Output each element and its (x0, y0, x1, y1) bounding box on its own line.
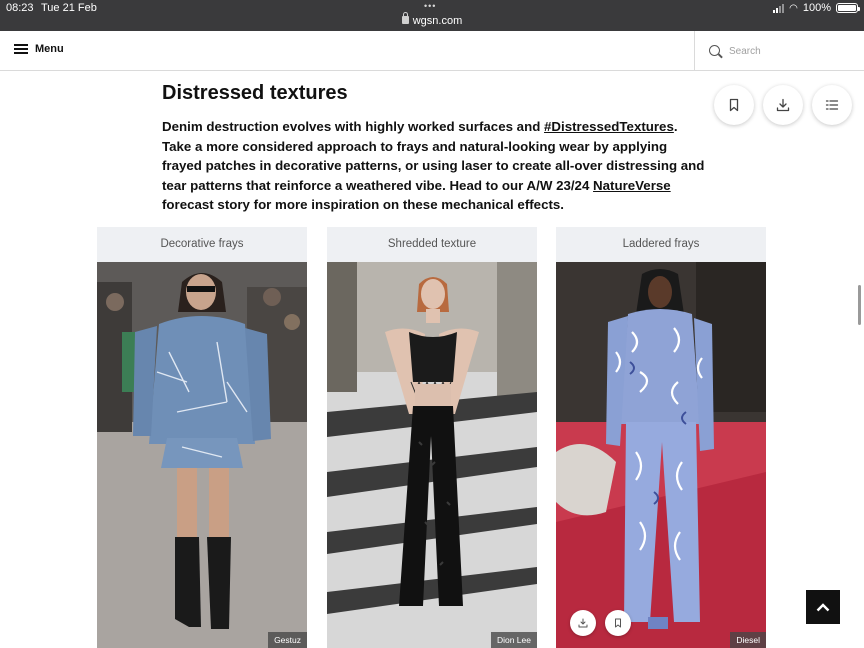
photo-credit: Dion Lee (490, 632, 537, 648)
page: 08:23 Tue 21 Feb ••• wgsn.com ◠ 100% Men… (0, 0, 864, 648)
bookmark-button[interactable] (714, 85, 754, 125)
lock-icon (401, 12, 409, 24)
menu-button[interactable]: Menu (14, 43, 64, 55)
card-title: Shredded texture (387, 238, 477, 250)
list-icon (825, 100, 839, 110)
photo-illustration (97, 262, 307, 648)
scrollbar-thumb[interactable] (858, 285, 861, 325)
bookmark-icon (729, 98, 739, 112)
search-area (694, 31, 864, 71)
photo-credit: Diesel (730, 632, 766, 648)
distressed-textures-link[interactable]: #DistressedTextures (544, 119, 674, 134)
image-card-shredded-texture[interactable]: Shredded texture Dion Lee (327, 227, 537, 648)
download-button[interactable] (763, 85, 803, 125)
card-download-button[interactable] (570, 610, 596, 636)
runway-photo-denim-jacket[interactable]: Gestuz (97, 262, 307, 648)
runway-photo-black-outfit[interactable]: Dion Lee (327, 262, 537, 648)
wifi-icon: ◠ (789, 2, 798, 14)
section-title: Distressed textures (162, 82, 348, 104)
back-to-top-button[interactable] (806, 590, 840, 624)
status-time: 08:23 (6, 2, 34, 14)
battery-percent: 100% (802, 2, 831, 14)
download-icon (776, 98, 790, 112)
hamburger-icon (14, 44, 28, 54)
battery-fill (838, 5, 856, 11)
multitasking-dots-icon[interactable]: ••• (424, 1, 436, 11)
url-bar[interactable]: wgsn.com (0, 12, 864, 27)
photo-credit: Gestuz (268, 632, 307, 648)
natureverse-link[interactable]: NatureVerse (593, 178, 671, 193)
battery-icon (836, 3, 860, 13)
menu-label: Menu (35, 43, 64, 55)
download-icon (578, 618, 588, 628)
image-card-laddered-frays[interactable]: Laddered frays Diesel (556, 227, 766, 648)
section-intro: Denim destruction evolves with highly wo… (162, 117, 707, 215)
photo-illustration (556, 262, 766, 648)
search-input[interactable] (729, 41, 849, 61)
status-bar: 08:23 Tue 21 Feb ••• wgsn.com ◠ 100% (0, 0, 864, 31)
article-actions (714, 85, 852, 125)
signal-icon (773, 3, 785, 13)
intro-text-3: forecast story for more inspiration on t… (162, 197, 564, 212)
site-header: Menu (0, 31, 864, 71)
bookmark-icon (615, 618, 621, 628)
contents-list-button[interactable] (812, 85, 852, 125)
status-indicators: ◠ 100% (773, 2, 860, 14)
intro-text-1: Denim destruction evolves with highly wo… (162, 119, 545, 134)
card-title: Laddered frays (622, 238, 700, 250)
card-bookmark-button[interactable] (605, 610, 631, 636)
image-card-decorative-frays[interactable]: Decorative frays Gestuz (97, 227, 307, 648)
status-date: Tue 21 Feb (41, 2, 97, 14)
photo-illustration (327, 262, 537, 648)
url-text: wgsn.com (412, 15, 463, 27)
card-actions (570, 610, 631, 636)
runway-photo-blue-printed-outfit[interactable]: Diesel (556, 262, 766, 648)
search-icon[interactable] (709, 45, 720, 56)
arrow-up-icon (816, 603, 830, 612)
card-title: Decorative frays (160, 238, 244, 250)
